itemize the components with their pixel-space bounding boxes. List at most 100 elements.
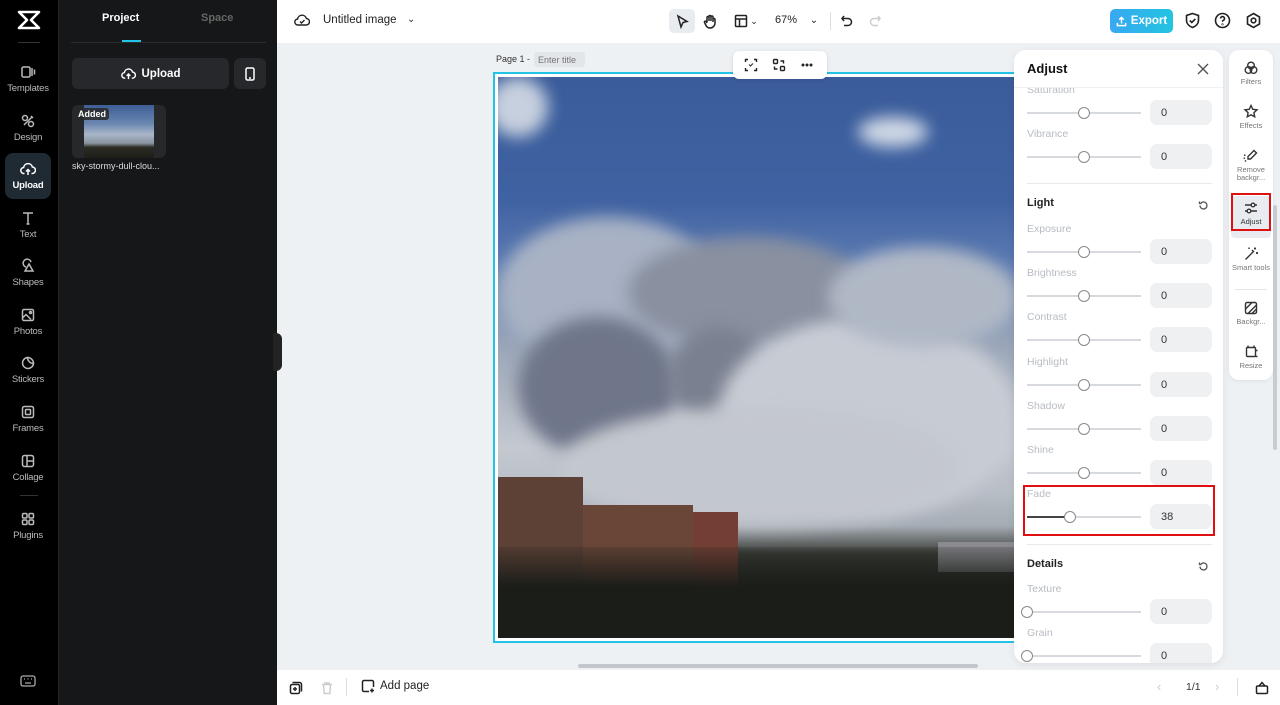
slider-knob[interactable] (1078, 151, 1090, 163)
rail-item-background[interactable]: Backgr... (1231, 296, 1271, 338)
delete-page-icon[interactable] (320, 681, 334, 695)
adjust-value-input[interactable] (1150, 144, 1212, 169)
nav-item-upload[interactable]: Upload (5, 153, 51, 199)
add-page-button[interactable]: Add page (361, 679, 429, 693)
export-button[interactable]: Export (1110, 9, 1173, 33)
slider-knob[interactable] (1064, 511, 1077, 523)
plugins-icon (21, 512, 35, 526)
adjust-slider[interactable] (1027, 107, 1141, 119)
nav-item-stickers[interactable]: Stickers (5, 347, 51, 393)
adjust-slider[interactable] (1027, 423, 1141, 435)
slider-knob[interactable] (1078, 290, 1090, 302)
capcut-logo[interactable] (16, 10, 42, 32)
help-icon[interactable] (1214, 12, 1231, 29)
sky-photo[interactable] (498, 77, 1020, 638)
shield-check-icon[interactable] (1184, 12, 1201, 29)
rail-item-adjust[interactable]: Adjust (1231, 196, 1271, 238)
adjust-value-input[interactable] (1150, 372, 1212, 397)
rail-item-resize[interactable]: Resize (1231, 340, 1271, 382)
adjust-value-input[interactable] (1150, 283, 1212, 308)
prev-page-icon[interactable]: ‹ (1157, 679, 1161, 694)
reset-details-icon[interactable] (1198, 559, 1209, 571)
nav-item-photos[interactable]: Photos (5, 299, 51, 345)
section-title-details: Details (1027, 558, 1064, 570)
nav-item-templates[interactable]: Templates (5, 56, 51, 102)
panel-tabs: Project Space (71, 0, 266, 43)
adjust-slider[interactable] (1027, 379, 1141, 391)
hand-tool-button[interactable] (699, 9, 721, 33)
undo-button[interactable] (838, 9, 856, 33)
mobile-upload-button[interactable] (234, 58, 266, 89)
nav-item-plugins[interactable]: Plugins (5, 503, 51, 549)
page-label: Page 1 - (496, 54, 531, 64)
slider-knob[interactable] (1078, 379, 1090, 391)
duplicate-page-icon[interactable] (289, 681, 303, 695)
adjust-value-input[interactable] (1150, 100, 1212, 125)
adjust-value-input[interactable] (1150, 239, 1212, 264)
adjust-slider[interactable] (1027, 511, 1141, 523)
adjust-slider[interactable] (1027, 246, 1141, 258)
rail-item-effects[interactable]: Effects (1231, 100, 1271, 142)
keyboard-shortcuts-icon[interactable] (20, 674, 36, 687)
section-title-light: Light (1027, 197, 1054, 209)
horizontal-scrollbar[interactable] (578, 664, 978, 668)
cloud-sync-icon[interactable] (294, 13, 311, 27)
next-page-icon[interactable]: › (1215, 679, 1219, 694)
slider-knob[interactable] (1021, 606, 1033, 618)
replace-image-icon[interactable] (772, 58, 786, 72)
smart-crop-icon[interactable] (744, 58, 758, 72)
rail-item-smart-tools[interactable]: Smart tools (1231, 242, 1271, 284)
reset-light-icon[interactable] (1198, 198, 1209, 210)
chevron-down-icon[interactable]: ⌄ (407, 14, 415, 25)
redo-button[interactable] (866, 9, 884, 33)
adjust-value-input[interactable] (1150, 416, 1212, 441)
slider-knob[interactable] (1078, 467, 1090, 479)
adjust-value-input[interactable] (1150, 599, 1212, 624)
adjust-value-input[interactable] (1150, 643, 1212, 663)
canvas-page[interactable] (493, 72, 1025, 643)
adjust-slider[interactable] (1027, 467, 1141, 479)
nav-item-shapes[interactable]: Shapes (5, 250, 51, 296)
slider-knob[interactable] (1078, 334, 1090, 346)
adjust-slider[interactable] (1027, 151, 1141, 163)
adjust-slider[interactable] (1027, 334, 1141, 346)
nav-item-text[interactable]: Text (5, 202, 51, 248)
layers-icon[interactable] (1255, 681, 1269, 695)
adjust-value-input[interactable] (1150, 327, 1212, 352)
adjust-slider[interactable] (1021, 650, 1141, 662)
adjust-slider[interactable] (1021, 606, 1141, 618)
more-options-icon[interactable] (800, 58, 814, 72)
rail-item-filters[interactable]: Filters (1231, 56, 1271, 98)
select-tool-button[interactable] (669, 9, 695, 33)
asset-thumbnail[interactable]: Added (72, 105, 166, 158)
slider-knob[interactable] (1078, 246, 1090, 258)
zoom-dropdown-chevron-icon[interactable]: ⌄ (807, 8, 821, 32)
adjust-row-label: Highlight (1027, 356, 1068, 368)
divider (18, 42, 40, 43)
slider-knob[interactable] (1078, 107, 1090, 119)
asset-filename: sky-stormy-dull-clou... (72, 161, 160, 171)
collapse-panel-handle[interactable] (273, 333, 282, 371)
tab-project[interactable]: Project (102, 12, 139, 24)
nav-item-collage[interactable]: Collage (5, 445, 51, 491)
upload-button[interactable]: Upload (72, 58, 229, 89)
nav-label: Collage (12, 472, 44, 483)
page-title-input[interactable] (534, 52, 585, 67)
slider-knob[interactable] (1021, 650, 1033, 662)
photos-icon (21, 308, 35, 322)
layout-button[interactable]: ⌄ (731, 9, 761, 33)
zoom-level[interactable]: 67% (775, 14, 797, 26)
vertical-scrollbar[interactable] (1273, 205, 1277, 450)
tab-space[interactable]: Space (201, 12, 233, 24)
nav-item-design[interactable]: Design (5, 105, 51, 151)
document-title[interactable]: Untitled image (323, 14, 397, 26)
rail-label: Filters (1240, 77, 1262, 86)
nav-item-frames[interactable]: Frames (5, 396, 51, 442)
adjust-slider[interactable] (1027, 290, 1141, 302)
rail-item-remove-background[interactable]: Remove backgr... (1231, 144, 1271, 190)
adjust-value-input[interactable] (1150, 504, 1212, 529)
settings-icon[interactable] (1245, 12, 1262, 29)
adjust-value-input[interactable] (1150, 460, 1212, 485)
close-icon[interactable] (1196, 62, 1210, 76)
slider-knob[interactable] (1078, 423, 1090, 435)
